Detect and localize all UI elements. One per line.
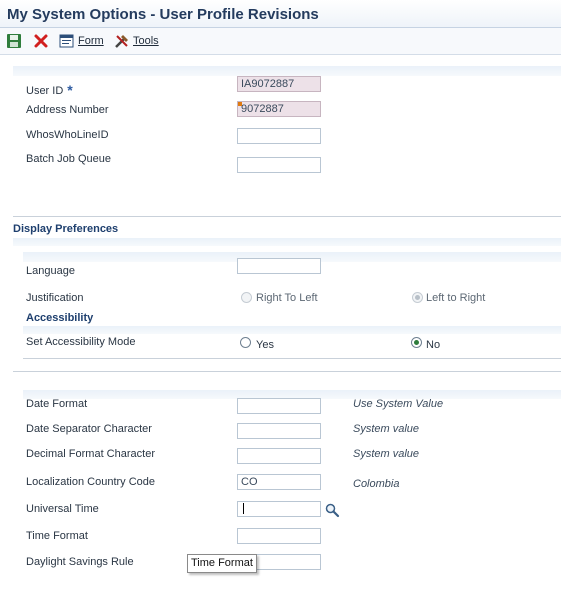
form-menu-button[interactable]: Form <box>59 32 104 50</box>
tools-menu-label: Tools <box>133 35 159 47</box>
date-format-label: Date Format <box>26 398 88 410</box>
left-to-right-radio <box>412 292 423 303</box>
accessibility-divider <box>23 358 561 359</box>
right-to-left-label: Right To Left <box>256 292 318 304</box>
left-to-right-label: Left to Right <box>426 292 486 304</box>
search-icon <box>325 503 340 518</box>
display-preferences-title: Display Preferences <box>13 223 119 235</box>
decimal-format-field[interactable] <box>237 448 321 464</box>
display-band <box>13 238 561 246</box>
universal-time-label: Universal Time <box>26 503 99 515</box>
user-id-field: IA9072887 <box>237 76 321 92</box>
header-band <box>13 66 561 76</box>
date-separator-field[interactable] <box>237 423 321 439</box>
address-number-value: 9072887 <box>241 103 284 115</box>
accessibility-band <box>23 326 561 334</box>
date-format-note: Use System Value <box>353 398 444 410</box>
address-number-label: Address Number <box>26 104 109 116</box>
accessibility-no-label: No <box>426 339 441 351</box>
modified-marker-icon <box>238 102 242 106</box>
time-format-label: Time Format <box>26 530 88 542</box>
decimal-format-label: Decimal Format Character <box>26 448 155 460</box>
batch-job-queue-label: Batch Job Queue <box>26 153 112 165</box>
form-icon <box>59 34 74 48</box>
title-bar: My System Options - User Profile Revisio… <box>0 0 561 28</box>
toolbar: Form Tools <box>0 28 561 55</box>
batch-job-queue-field[interactable] <box>237 157 321 173</box>
close-icon <box>34 34 48 48</box>
justification-label: Justification <box>26 292 84 304</box>
date-format-field[interactable] <box>237 398 321 414</box>
search-button[interactable] <box>324 502 340 518</box>
language-field[interactable] <box>237 258 321 274</box>
country-name-note: Colombia <box>353 478 400 490</box>
accessibility-yes-label: Yes <box>256 339 274 351</box>
date-separator-note: System value <box>353 423 420 435</box>
whoswho-label: WhosWhoLineID <box>26 129 109 141</box>
tooltip: Time Format <box>187 554 257 573</box>
accessibility-yes-radio[interactable] <box>240 337 251 348</box>
window-title: My System Options - User Profile Revisio… <box>7 6 319 23</box>
decimal-format-note: System value <box>353 448 420 460</box>
form-menu-label: Form <box>78 35 104 47</box>
text-caret <box>243 503 244 514</box>
tools-menu-button[interactable]: Tools <box>114 32 159 50</box>
time-format-field[interactable] <box>237 528 321 544</box>
save-icon <box>7 34 21 48</box>
country-code-field[interactable]: CO <box>237 474 321 490</box>
whoswho-field[interactable] <box>237 128 321 144</box>
user-id-label: User ID * <box>26 82 73 98</box>
universal-time-field[interactable] <box>237 501 321 517</box>
accessibility-no-radio[interactable] <box>411 337 422 348</box>
country-code-label: Localization Country Code <box>26 476 156 488</box>
daylight-savings-label: Daylight Savings Rule <box>26 556 134 568</box>
accessibility-title: Accessibility <box>26 312 94 324</box>
address-number-field[interactable]: 9072887 <box>237 101 321 117</box>
save-button[interactable] <box>6 32 22 50</box>
date-separator-label: Date Separator Character <box>26 423 152 435</box>
right-to-left-radio <box>241 292 252 303</box>
required-asterisk-icon: * <box>67 82 73 98</box>
section-divider <box>13 216 561 217</box>
formats-divider <box>13 371 561 372</box>
accessibility-mode-label: Set Accessibility Mode <box>26 336 136 348</box>
language-label: Language <box>26 265 75 277</box>
tools-icon <box>115 35 128 48</box>
close-button[interactable] <box>33 32 49 50</box>
